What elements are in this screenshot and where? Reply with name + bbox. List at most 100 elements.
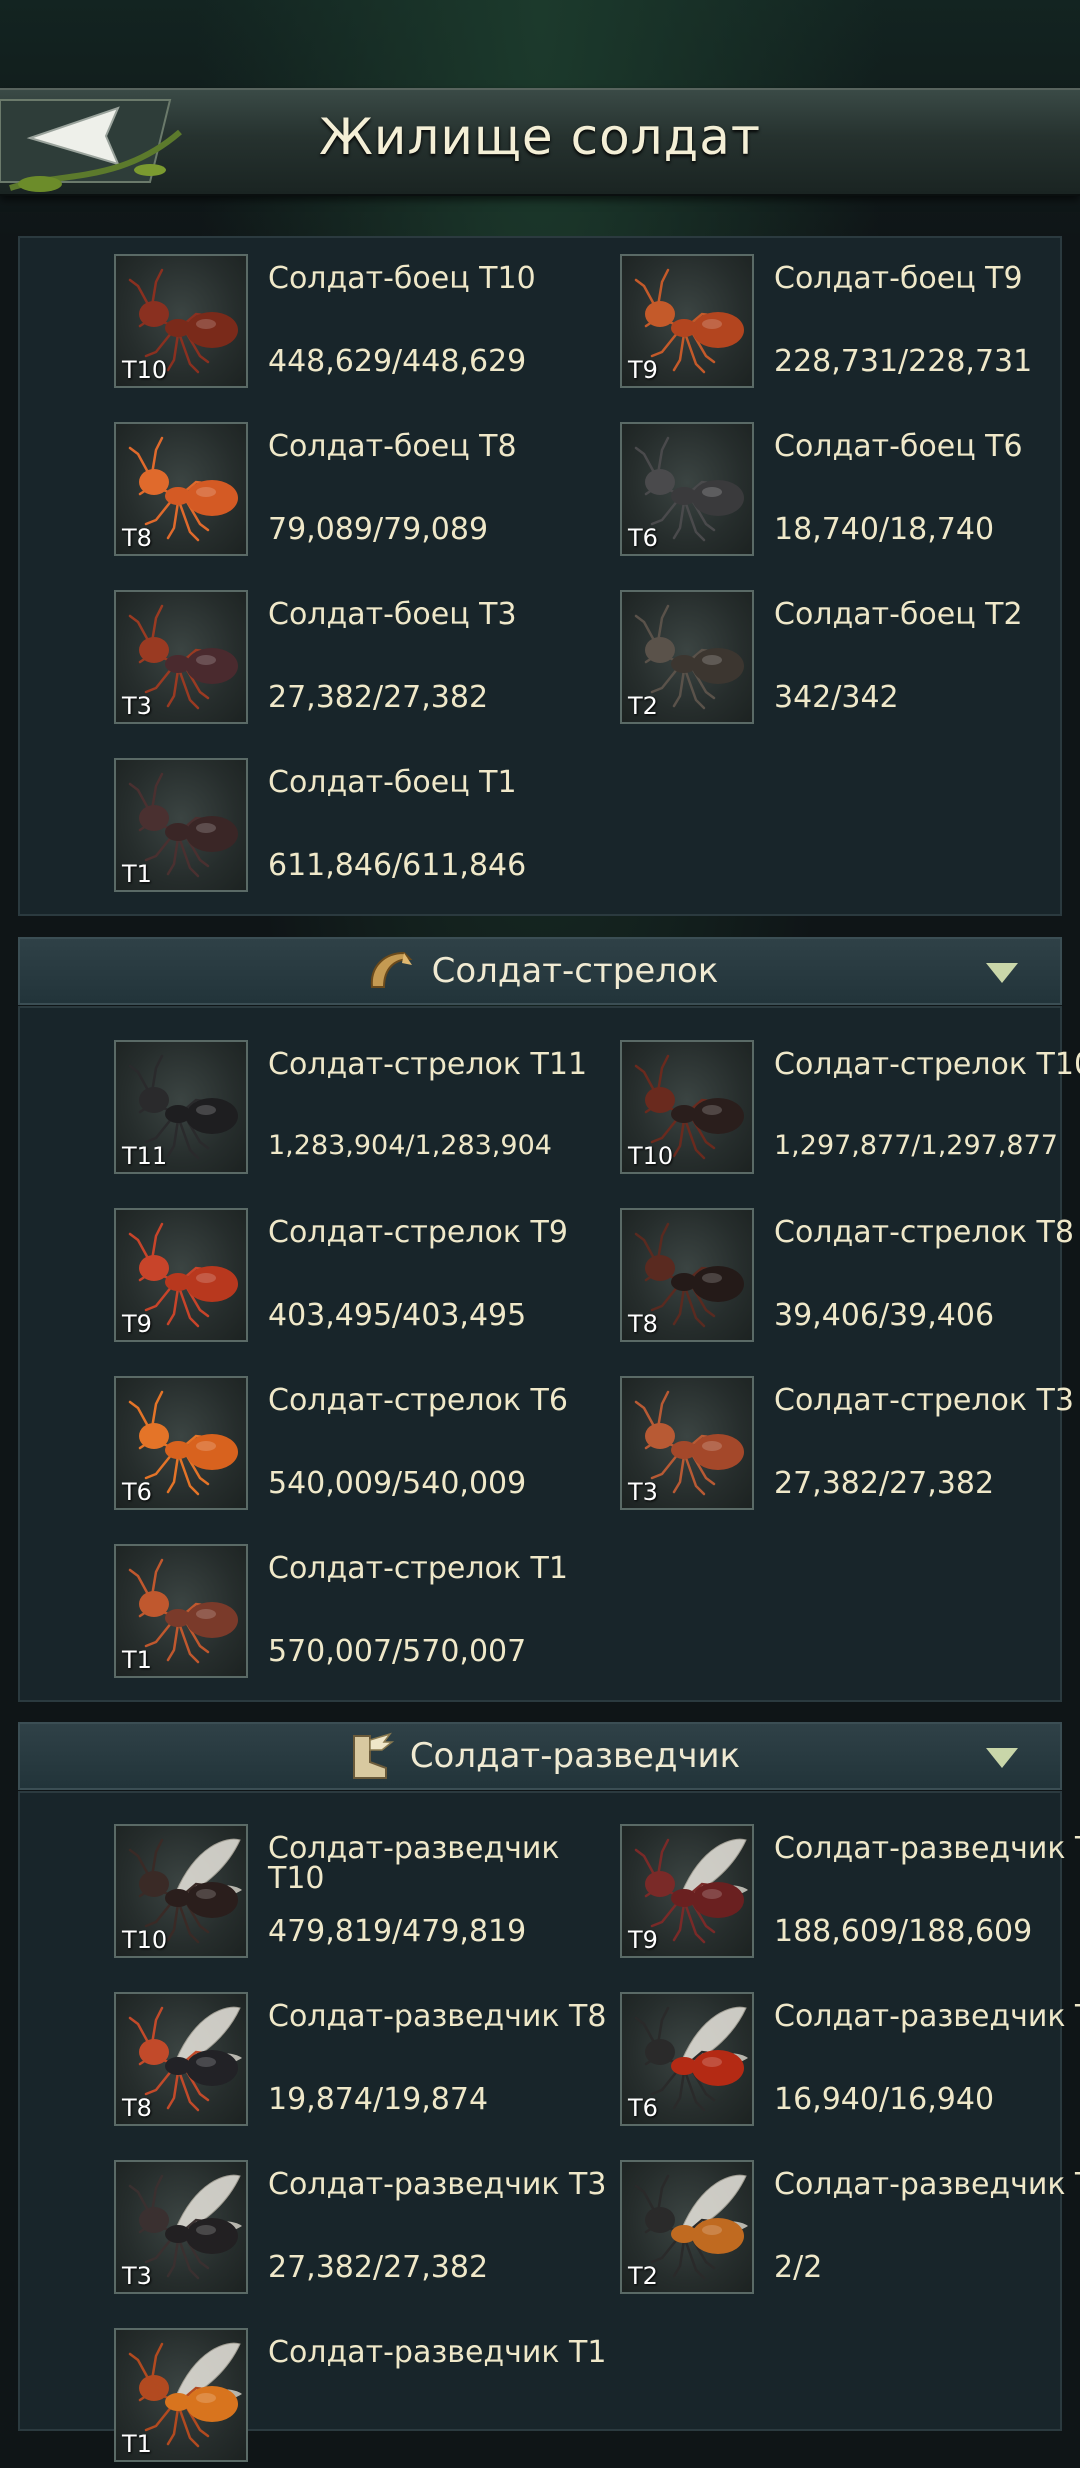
unit-count: 570,007/570,007 — [268, 1634, 527, 1669]
unit-count: 27,382/27,382 — [774, 1466, 995, 1501]
unit-name: Солдат-стрелок T6 — [268, 1383, 568, 1418]
unit-name: Солдат-стрелок T11 — [268, 1047, 588, 1082]
unit-thumbnail[interactable]: T8 — [620, 1208, 754, 1342]
unit-count: 228,731/228,731 — [774, 344, 1033, 379]
unit-thumbnail[interactable]: T10 — [620, 1040, 754, 1174]
tier-label: T2 — [628, 692, 658, 720]
unit-count: 27,382/27,382 — [268, 2250, 489, 2285]
unit-thumbnail[interactable]: T2 — [620, 590, 754, 724]
chevron-down-icon[interactable] — [986, 963, 1018, 983]
unit-count: 479,819/479,819 — [268, 1914, 527, 1949]
unit-thumbnail[interactable]: T6 — [620, 1992, 754, 2126]
unit-card[interactable]: T9 Солдат-разведчик T9 188,609/188,609 — [620, 1824, 1080, 1964]
unit-thumbnail[interactable]: T2 — [620, 2160, 754, 2294]
unit-count: 2/2 — [774, 2250, 823, 2285]
unit-thumbnail[interactable]: T10 — [114, 254, 248, 388]
section-header-shooter[interactable]: Солдат-стрелок — [18, 937, 1062, 1005]
unit-count: 403,495/403,495 — [268, 1298, 527, 1333]
unit-thumbnail[interactable]: T9 — [114, 1208, 248, 1342]
unit-name: Солдат-разведчик T3 — [268, 2167, 607, 2202]
unit-card[interactable]: T2 Солдат-разведчик T2 2/2 — [620, 2160, 1080, 2300]
tier-label: T1 — [122, 860, 152, 888]
unit-card[interactable]: T2 Солдат-боец T2 342/342 — [620, 590, 1080, 730]
unit-count: 27,382/27,382 — [268, 680, 489, 715]
unit-name: Солдат-разведчик T2 — [774, 2167, 1080, 2202]
unit-card[interactable]: T3 Солдат-стрелок T3 27,382/27,382 — [620, 1376, 1080, 1516]
tier-label: T6 — [122, 1478, 152, 1506]
unit-card[interactable]: T9 Солдат-стрелок T9 403,495/403,495 — [114, 1208, 614, 1348]
tier-label: T10 — [122, 1926, 168, 1954]
tier-label: T9 — [628, 356, 658, 384]
unit-card[interactable]: T1 Солдат-боец T1 611,846/611,846 — [114, 758, 614, 898]
tier-label: T1 — [122, 1646, 152, 1674]
unit-card[interactable]: T10 Солдат-разведчик T10 479,819/479,819 — [114, 1824, 614, 1964]
unit-name: Солдат-боец T9 — [774, 261, 1023, 296]
boomerang-icon — [370, 951, 413, 988]
section-header-scout[interactable]: Солдат-разведчик — [18, 1722, 1062, 1790]
unit-name: Солдат-стрелок T3 — [774, 1383, 1074, 1418]
unit-count: 19,874/19,874 — [268, 2082, 489, 2117]
unit-name: Солдат-стрелок T9 — [268, 1215, 568, 1250]
unit-name: Солдат-боец T8 — [268, 429, 517, 464]
unit-card[interactable]: T8 Солдат-боец T8 79,089/79,089 — [114, 422, 614, 562]
tier-label: T3 — [122, 2262, 152, 2290]
unit-name: Солдат-разведчик T1 — [268, 2335, 607, 2370]
unit-thumbnail[interactable]: T11 — [114, 1040, 248, 1174]
unit-thumbnail[interactable]: T1 — [114, 2328, 248, 2462]
unit-card[interactable]: T9 Солдат-боец T9 228,731/228,731 — [620, 254, 1080, 394]
unit-name: Солдат-боец T1 — [268, 765, 517, 800]
unit-count: 448,629/448,629 — [268, 344, 527, 379]
unit-thumbnail[interactable]: T9 — [620, 254, 754, 388]
unit-card[interactable]: T8 Солдат-стрелок T8 39,406/39,406 — [620, 1208, 1080, 1348]
unit-thumbnail[interactable]: T8 — [114, 1992, 248, 2126]
unit-card[interactable]: T3 Солдат-боец T3 27,382/27,382 — [114, 590, 614, 730]
unit-count: 188,609/188,609 — [774, 1914, 1033, 1949]
unit-card[interactable]: T3 Солдат-разведчик T3 27,382/27,382 — [114, 2160, 614, 2300]
unit-count: 79,089/79,089 — [268, 512, 489, 547]
unit-card[interactable]: T6 Солдат-разведчик T6 16,940/16,940 — [620, 1992, 1080, 2132]
unit-name: Солдат-разведчик T6 — [774, 1999, 1080, 2034]
unit-name: Солдат-боец T10 — [268, 261, 536, 296]
tier-label: T2 — [628, 2262, 658, 2290]
unit-thumbnail[interactable]: T1 — [114, 758, 248, 892]
unit-thumbnail[interactable]: T10 — [114, 1824, 248, 1958]
unit-name: Солдат-разведчик T10 — [268, 1831, 560, 1896]
unit-card[interactable]: T1 Солдат-стрелок T1 570,007/570,007 — [114, 1544, 614, 1684]
unit-card[interactable]: T10 Солдат-боец T10 448,629/448,629 — [114, 254, 614, 394]
unit-card[interactable]: T6 Солдат-боец T6 18,740/18,740 — [620, 422, 1080, 562]
section-title-shooter: Солдат-стрелок — [431, 951, 719, 991]
unit-card[interactable]: T1 Солдат-разведчик T1 — [114, 2328, 614, 2468]
chevron-down-icon[interactable] — [986, 1748, 1018, 1768]
unit-name: Солдат-боец T3 — [268, 597, 517, 632]
tier-label: T9 — [628, 1926, 658, 1954]
unit-count: 342/342 — [774, 680, 899, 715]
unit-name: Солдат-разведчик T9 — [774, 1831, 1080, 1866]
unit-count: 18,740/18,740 — [774, 512, 995, 547]
tier-label: T10 — [122, 356, 168, 384]
tier-label: T6 — [628, 2094, 658, 2122]
tier-label: T9 — [122, 1310, 152, 1338]
winged-boot-icon — [352, 1732, 394, 1779]
unit-thumbnail[interactable]: T3 — [620, 1376, 754, 1510]
unit-thumbnail[interactable]: T3 — [114, 2160, 248, 2294]
unit-thumbnail[interactable]: T6 — [620, 422, 754, 556]
tier-label: T3 — [122, 692, 152, 720]
unit-thumbnail[interactable]: T9 — [620, 1824, 754, 1958]
unit-card[interactable]: T10 Солдат-стрелок T10 1,297,877/1,297,877 — [620, 1040, 1080, 1180]
unit-thumbnail[interactable]: T8 — [114, 422, 248, 556]
unit-card[interactable]: T8 Солдат-разведчик T8 19,874/19,874 — [114, 1992, 614, 2132]
unit-thumbnail[interactable]: T3 — [114, 590, 248, 724]
tier-label: T1 — [122, 2430, 152, 2458]
unit-count: 39,406/39,406 — [774, 1298, 995, 1333]
tier-label: T11 — [122, 1142, 168, 1170]
section-title-scout: Солдат-разведчик — [409, 1736, 741, 1776]
unit-thumbnail[interactable]: T1 — [114, 1544, 248, 1678]
unit-card[interactable]: T11 Солдат-стрелок T11 1,283,904/1,283,904 — [114, 1040, 614, 1180]
tier-label: T6 — [628, 524, 658, 552]
unit-name: Солдат-боец T2 — [774, 597, 1023, 632]
unit-thumbnail[interactable]: T6 — [114, 1376, 248, 1510]
unit-card[interactable]: T6 Солдат-стрелок T6 540,009/540,009 — [114, 1376, 614, 1516]
unit-name: Солдат-стрелок T10 — [774, 1047, 1080, 1082]
unit-count: 611,846/611,846 — [268, 848, 527, 883]
unit-count: 540,009/540,009 — [268, 1466, 527, 1501]
